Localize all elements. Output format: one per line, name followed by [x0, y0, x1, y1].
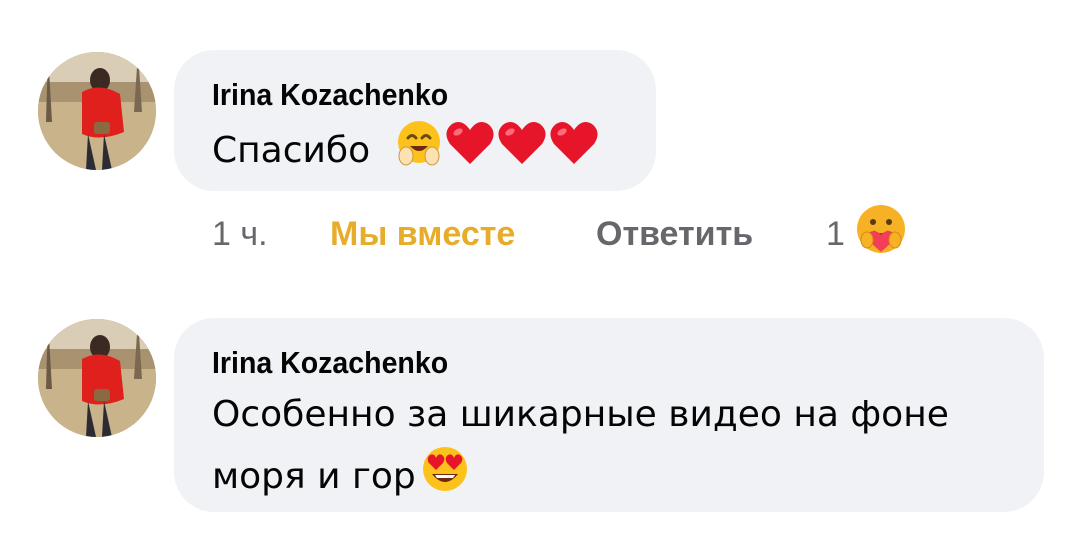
comment-text: Особенно за шикарные видео на фоне моря … — [212, 386, 1004, 512]
timestamp[interactable]: 1 ч. — [212, 214, 268, 254]
comment-bubble[interactable]: Irina Kozachenko Спасибо — [174, 50, 656, 191]
red-heart-icon — [496, 118, 548, 186]
heart-eyes-face-icon — [420, 444, 470, 512]
avatar[interactable] — [38, 319, 156, 437]
reaction-count[interactable]: 1 — [826, 214, 845, 254]
red-heart-icon — [444, 118, 496, 186]
comment-text-content: моря и гор — [212, 456, 416, 497]
avatar-photo — [38, 319, 156, 437]
avatar[interactable] — [38, 52, 156, 170]
author-name[interactable]: Irina Kozachenko — [212, 344, 941, 382]
comment-actions: 1 ч. Мы вместе Ответить 1 — [0, 205, 1080, 258]
comment-text-content: Спасибо — [212, 130, 371, 171]
care-reaction-icon[interactable] — [854, 202, 908, 265]
comment-text-line: моря и гор — [212, 444, 1004, 512]
avatar-photo — [38, 52, 156, 170]
comment-text: Спасибо — [212, 118, 616, 186]
author-name[interactable]: Irina Kozachenko — [212, 76, 584, 114]
reply-button[interactable]: Ответить — [596, 214, 753, 254]
comment-bubble[interactable]: Irina Kozachenko Особенно за шикарные ви… — [174, 318, 1044, 512]
hugging-face-icon — [394, 118, 444, 186]
red-heart-icon — [548, 118, 600, 186]
reaction-button[interactable]: Мы вместе — [330, 214, 515, 254]
comment-text-line: Особенно за шикарные видео на фоне — [212, 394, 949, 435]
